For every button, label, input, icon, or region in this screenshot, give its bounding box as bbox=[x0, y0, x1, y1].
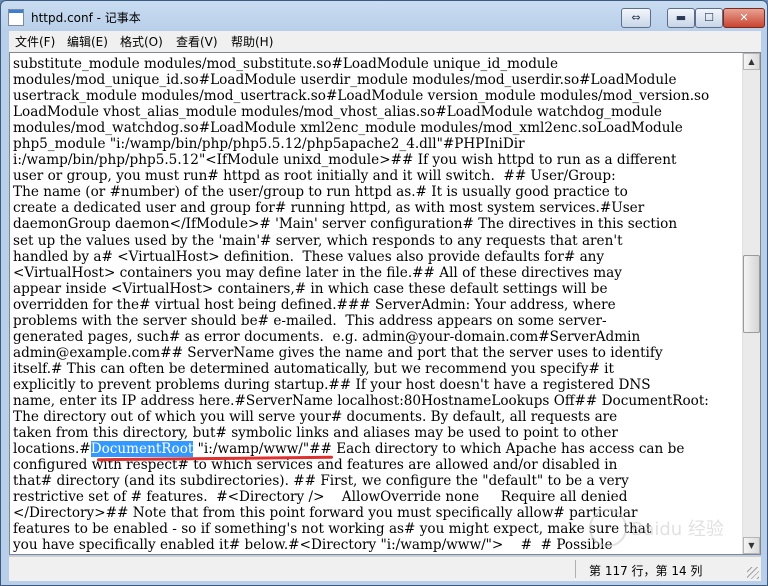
menu-file[interactable]: 文件(F) bbox=[15, 33, 55, 50]
editor-content[interactable]: substitute_module modules/mod_substitute… bbox=[13, 56, 740, 553]
menu-edit[interactable]: 编辑(E) bbox=[67, 33, 108, 50]
scroll-thumb[interactable] bbox=[743, 255, 760, 333]
selected-text[interactable]: DocumentRoot bbox=[90, 441, 194, 458]
status-separator bbox=[575, 560, 576, 578]
window-title: httpd.conf - 记事本 bbox=[31, 11, 141, 25]
notepad-window: httpd.conf - 记事本 ⇔ ▬ ☐ ✕ 文件(F) 编辑(E) 格式(… bbox=[0, 0, 768, 586]
restore-icon[interactable]: ⇔ bbox=[621, 8, 651, 28]
paw-icon bbox=[589, 509, 627, 547]
editor-text-before: substitute_module modules/mod_substitute… bbox=[13, 56, 710, 458]
close-button[interactable]: ✕ bbox=[723, 8, 765, 28]
title-bar[interactable]: httpd.conf - 记事本 ⇔ ▬ ☐ ✕ bbox=[1, 1, 767, 31]
minimize-button[interactable]: ▬ bbox=[667, 8, 695, 28]
menu-help[interactable]: 帮助(H) bbox=[231, 33, 273, 50]
cursor-position: 第 117 行，第 14 列 bbox=[589, 564, 703, 578]
resize-grip-icon[interactable] bbox=[747, 567, 759, 579]
status-bar: 第 117 行，第 14 列 bbox=[9, 556, 761, 581]
vertical-scrollbar[interactable]: ▲ ▼ bbox=[742, 53, 760, 554]
text-editor[interactable]: substitute_module modules/mod_substitute… bbox=[9, 52, 761, 555]
baidu-watermark: Baidu 经验 bbox=[589, 501, 759, 551]
maximize-button[interactable]: ☐ bbox=[695, 8, 723, 28]
scroll-up-icon[interactable]: ▲ bbox=[743, 53, 760, 70]
menu-view[interactable]: 查看(V) bbox=[176, 33, 218, 50]
menu-format[interactable]: 格式(O) bbox=[120, 33, 163, 50]
watermark-text: Baidu 经验 bbox=[631, 519, 724, 540]
menu-bar: 文件(F) 编辑(E) 格式(O) 查看(V) 帮助(H) bbox=[9, 31, 761, 52]
notepad-icon bbox=[8, 9, 24, 26]
